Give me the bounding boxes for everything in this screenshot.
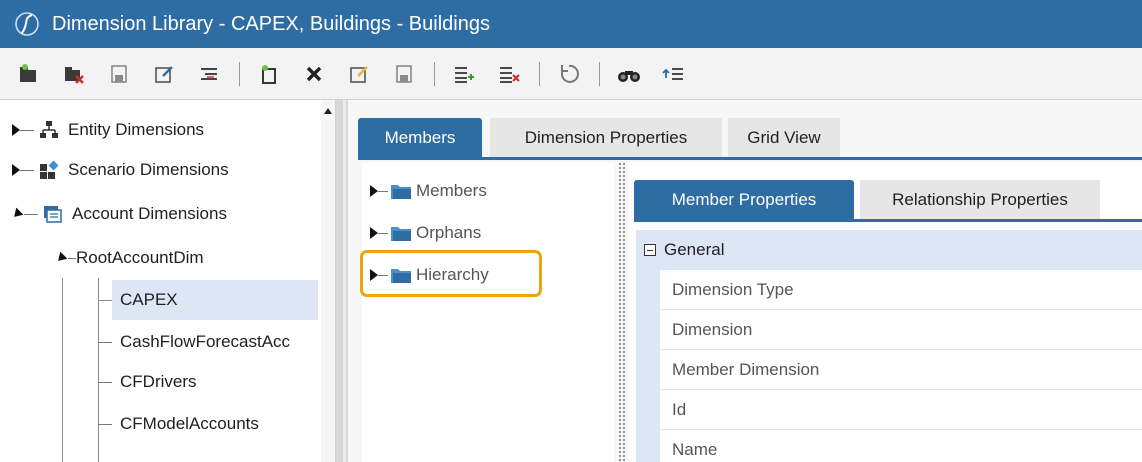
tree-scrollbar[interactable] xyxy=(321,100,335,462)
folder-icon xyxy=(391,227,411,241)
tree-node-cfmodelaccounts[interactable]: CFModelAccounts xyxy=(98,404,259,444)
tab-member-properties[interactable]: Member Properties xyxy=(634,180,854,220)
tree-node-label: CashFlowForecastAcc xyxy=(120,332,291,351)
folder-icon xyxy=(391,185,411,199)
members-node-label: Members xyxy=(416,181,487,200)
property-label: Name xyxy=(672,440,718,459)
members-tree: Members Orphans Hierarchy xyxy=(362,162,614,462)
property-group-general[interactable]: General xyxy=(636,230,1142,270)
expand-arrow-icon[interactable] xyxy=(370,227,378,239)
refresh-icon[interactable] xyxy=(554,59,584,89)
tree-node-cfdrivers[interactable]: CFDrivers xyxy=(98,362,197,402)
toolbar-separator xyxy=(239,61,240,86)
remove-relationship-icon[interactable] xyxy=(494,59,524,89)
tab-underline xyxy=(358,157,1142,160)
search-icon[interactable] xyxy=(614,59,644,89)
tab-dimension-properties[interactable]: Dimension Properties xyxy=(490,118,722,158)
members-node-label: Orphans xyxy=(416,223,482,242)
save-dimension-icon[interactable] xyxy=(104,59,134,89)
tree-node-label: CFDrivers xyxy=(120,372,197,391)
hierarchy-highlight-box xyxy=(360,250,542,297)
create-member-icon[interactable] xyxy=(254,59,284,89)
tree-node-cashflowforecastacc[interactable]: CashFlowForecastAcc xyxy=(98,322,290,362)
rename-member-icon[interactable] xyxy=(344,59,374,89)
property-row[interactable]: Dimension xyxy=(660,310,1142,350)
tree-node-label: Account Dimensions xyxy=(72,204,227,223)
expand-arrow-icon[interactable] xyxy=(12,124,20,136)
property-row[interactable]: Id xyxy=(660,390,1142,430)
tab-label: Relationship Properties xyxy=(892,190,1068,209)
tree-node-scenario-dimensions[interactable]: Scenario Dimensions xyxy=(12,150,229,190)
account-dimensions-icon xyxy=(42,203,64,225)
title-bar: Dimension Library - CAPEX, Buildings - B… xyxy=(0,0,1142,48)
members-node-orphans[interactable]: Orphans xyxy=(370,218,481,248)
tab-label: Grid View xyxy=(747,128,821,147)
save-member-icon[interactable] xyxy=(389,59,419,89)
members-node-members[interactable]: Members xyxy=(370,176,487,206)
expand-arrow-icon[interactable] xyxy=(370,185,378,197)
window-title: Dimension Library - CAPEX, Buildings - B… xyxy=(52,12,490,35)
tree-node-label: Scenario Dimensions xyxy=(68,160,229,179)
tree-node-label: CAPEX xyxy=(120,290,178,309)
collapse-arrow-icon[interactable] xyxy=(54,251,68,265)
property-label: Dimension Type xyxy=(672,279,794,299)
property-label: Dimension xyxy=(672,319,753,339)
tab-label: Member Properties xyxy=(671,190,817,209)
pane-splitter[interactable] xyxy=(336,100,348,462)
move-up-icon[interactable] xyxy=(659,59,689,89)
app-logo-icon xyxy=(12,9,42,39)
entity-dimensions-icon xyxy=(38,119,60,141)
delete-member-icon[interactable] xyxy=(299,59,329,89)
tab-underline xyxy=(634,219,1142,222)
pane-splitter-inner xyxy=(343,100,346,462)
dimension-relationships-icon[interactable] xyxy=(194,59,224,89)
toolbar-separator xyxy=(539,61,540,86)
tree-node-entity-dimensions[interactable]: Entity Dimensions xyxy=(12,110,204,150)
property-row[interactable]: Member Dimension xyxy=(660,350,1142,390)
collapse-icon[interactable] xyxy=(644,244,656,256)
property-row[interactable]: Dimension Type xyxy=(660,270,1142,310)
tab-grid-view[interactable]: Grid View xyxy=(728,118,840,158)
inner-splitter-grip[interactable] xyxy=(618,162,626,462)
property-gutter xyxy=(636,270,660,462)
rename-dimension-icon[interactable] xyxy=(149,59,179,89)
toolbar-separator xyxy=(599,61,600,86)
tree-node-label: CFModelAccounts xyxy=(120,414,259,433)
property-label: Member Dimension xyxy=(672,359,820,379)
property-group-label: General xyxy=(664,240,725,259)
scenario-dimensions-icon xyxy=(38,159,60,181)
tab-label: Members xyxy=(384,128,456,147)
tree-node-account-dimensions[interactable]: Account Dimensions xyxy=(10,194,227,234)
add-relationship-icon[interactable] xyxy=(449,59,479,89)
tab-relationship-properties[interactable]: Relationship Properties xyxy=(860,180,1100,220)
delete-dimension-icon[interactable] xyxy=(59,59,89,89)
create-dimension-icon[interactable] xyxy=(14,59,44,89)
toolbar-separator xyxy=(434,61,435,86)
scroll-up-icon[interactable] xyxy=(324,108,332,114)
tree-node-label: Entity Dimensions xyxy=(68,120,205,139)
dimension-tree: Entity Dimensions Scenario Dimensions Ac… xyxy=(0,100,336,462)
tab-label: Dimension Properties xyxy=(524,128,688,147)
property-row[interactable]: Name xyxy=(660,430,1142,462)
tree-node-capex[interactable]: CAPEX xyxy=(112,280,318,320)
tree-node-label: RootAccountDim xyxy=(76,248,204,267)
tab-members[interactable]: Members xyxy=(358,118,482,158)
expand-arrow-icon[interactable] xyxy=(12,164,20,176)
tree-node-root-account-dim[interactable]: RootAccountDim xyxy=(54,238,204,278)
property-label: Id xyxy=(672,399,687,419)
collapse-arrow-icon[interactable] xyxy=(10,207,24,221)
toolbar xyxy=(0,48,1142,100)
